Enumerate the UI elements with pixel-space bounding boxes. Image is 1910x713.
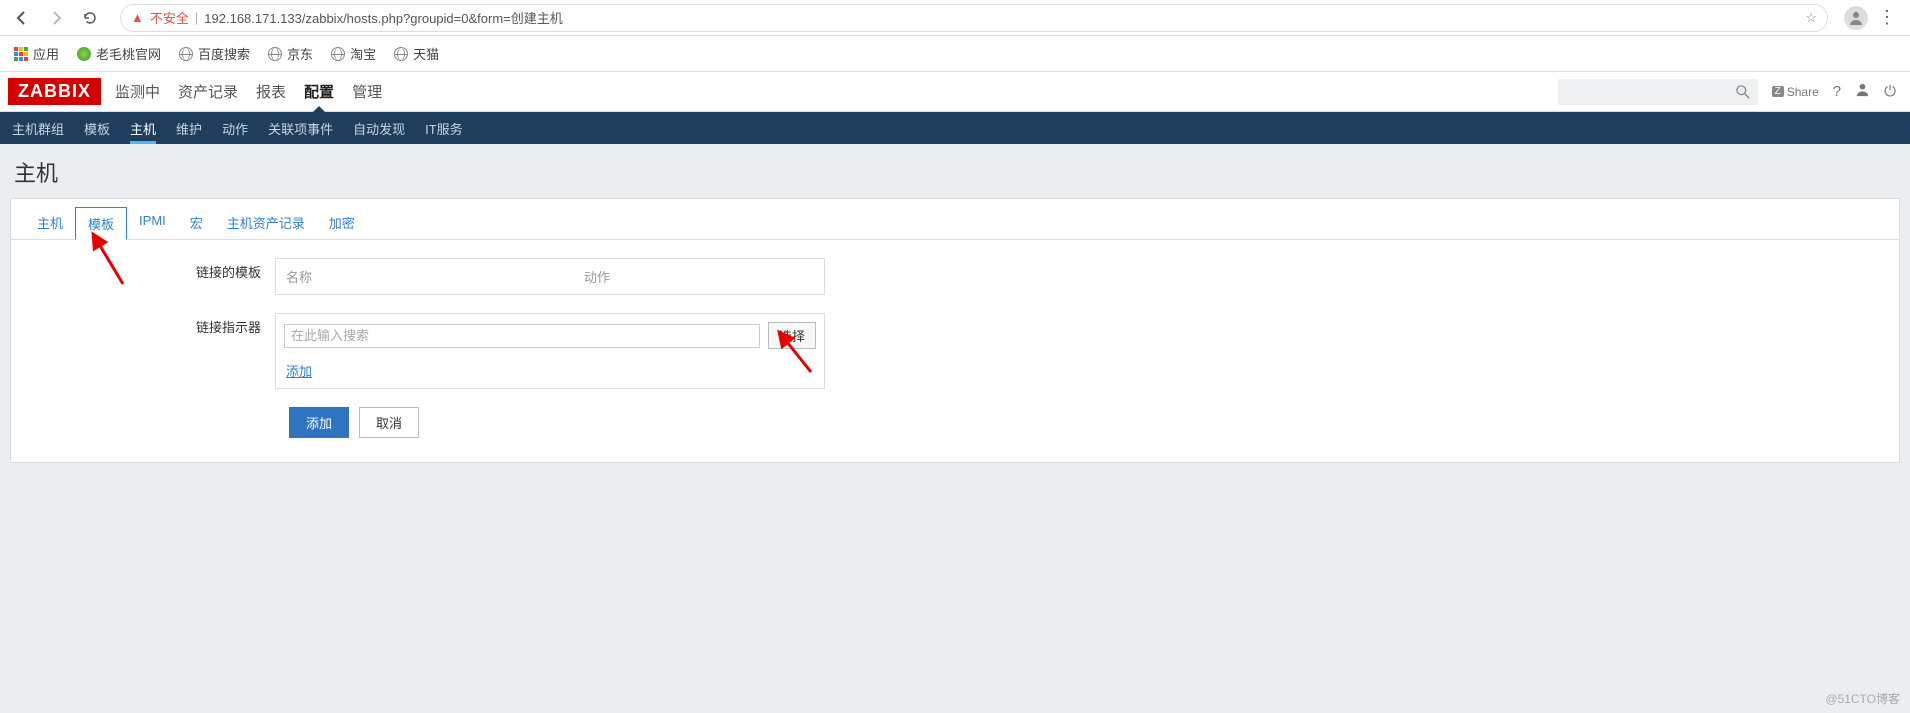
- share-badge-icon: Z: [1772, 86, 1784, 97]
- insecure-label: 不安全: [150, 8, 189, 27]
- tab-macros[interactable]: 宏: [178, 207, 215, 239]
- help-icon[interactable]: ?: [1833, 83, 1841, 100]
- sub-nav: 主机群组 模板 主机 维护 动作 关联项事件 自动发现 IT服务: [0, 112, 1910, 144]
- subnav-maintenance[interactable]: 维护: [176, 112, 202, 144]
- subnav-templates[interactable]: 模板: [84, 112, 110, 144]
- global-search[interactable]: [1558, 79, 1758, 105]
- label-linked-templates: 链接的模板: [25, 258, 275, 281]
- col-action: 动作: [574, 259, 824, 294]
- add-link[interactable]: 添加: [276, 357, 322, 388]
- bookmark-label: 天猫: [413, 44, 439, 63]
- nav-admin[interactable]: 管理: [352, 72, 382, 111]
- select-button[interactable]: 选择: [768, 322, 816, 349]
- globe-icon: [268, 47, 282, 61]
- subnav-hostgroups[interactable]: 主机群组: [12, 112, 64, 144]
- bookmarks-bar: 应用 老毛桃官网 百度搜索 京东 淘宝 天猫: [0, 36, 1910, 72]
- share-label: Share: [1787, 85, 1819, 99]
- col-name: 名称: [276, 259, 574, 294]
- tab-encryption[interactable]: 加密: [317, 207, 367, 239]
- main-nav: 监测中 资产记录 报表 配置 管理: [115, 72, 382, 111]
- label-link-new: 链接指示器: [25, 313, 275, 336]
- address-bar[interactable]: ▲ 不安全 | 192.168.171.133/zabbix/hosts.php…: [120, 4, 1828, 32]
- nav-config[interactable]: 配置: [304, 72, 334, 111]
- page-title: 主机: [0, 144, 1910, 198]
- row-link-new: 链接指示器 选择 添加: [25, 313, 1885, 389]
- linked-templates-header: 名称 动作: [276, 259, 824, 294]
- favicon-icon: [77, 47, 91, 61]
- url-separator: |: [195, 10, 198, 25]
- page-body: 主机 主机 模板 IPMI 宏 主机资产记录 加密 链接的模板 名称 动作 链接…: [0, 144, 1910, 713]
- subnav-services[interactable]: IT服务: [425, 112, 463, 144]
- tab-templates[interactable]: 模板: [75, 207, 127, 240]
- reload-button[interactable]: [76, 4, 104, 32]
- form-area: 链接的模板 名称 动作 链接指示器 选择 添加: [11, 240, 1899, 462]
- app-header: ZABBIX 监测中 资产记录 报表 配置 管理 Z Share ? ⏻: [0, 72, 1910, 112]
- browser-toolbar: ▲ 不安全 | 192.168.171.133/zabbix/hosts.php…: [0, 0, 1910, 36]
- user-icon[interactable]: [1855, 82, 1870, 101]
- tab-ipmi[interactable]: IPMI: [127, 207, 178, 239]
- template-selector: 选择: [276, 314, 824, 357]
- nav-reports[interactable]: 报表: [256, 72, 286, 111]
- bookmark-item-3[interactable]: 淘宝: [331, 44, 376, 63]
- nav-inventory[interactable]: 资产记录: [178, 72, 238, 111]
- profile-avatar[interactable]: [1844, 6, 1868, 30]
- zabbix-logo[interactable]: ZABBIX: [8, 78, 101, 105]
- subnav-correlation[interactable]: 关联项事件: [268, 112, 333, 144]
- browser-menu-icon[interactable]: ⋮: [1878, 7, 1896, 28]
- apps-icon: [14, 47, 28, 61]
- insecure-icon: ▲: [131, 10, 144, 25]
- back-button[interactable]: [8, 4, 36, 32]
- subnav-hosts[interactable]: 主机: [130, 112, 156, 144]
- share-button[interactable]: Z Share: [1772, 85, 1819, 99]
- form-actions: 添加 取消: [25, 407, 1885, 438]
- watermark: @51CTO博客: [1825, 690, 1900, 707]
- subnav-actions[interactable]: 动作: [222, 112, 248, 144]
- subnav-discovery[interactable]: 自动发现: [353, 112, 405, 144]
- bookmark-star-icon[interactable]: ☆: [1805, 10, 1817, 26]
- apps-button[interactable]: 应用: [14, 44, 59, 63]
- tab-inventory[interactable]: 主机资产记录: [215, 207, 317, 239]
- nav-monitoring[interactable]: 监测中: [115, 72, 160, 111]
- bookmark-item-0[interactable]: 老毛桃官网: [77, 44, 161, 63]
- globe-icon: [179, 47, 193, 61]
- submit-button[interactable]: 添加: [289, 407, 349, 438]
- bookmark-item-1[interactable]: 百度搜索: [179, 44, 250, 63]
- search-icon: [1736, 85, 1750, 99]
- power-icon[interactable]: ⏻: [1884, 83, 1896, 100]
- bookmark-item-4[interactable]: 天猫: [394, 44, 439, 63]
- apps-label: 应用: [33, 44, 59, 63]
- template-search-input[interactable]: [284, 324, 760, 348]
- url-text: 192.168.171.133/zabbix/hosts.php?groupid…: [204, 8, 562, 27]
- cancel-button[interactable]: 取消: [359, 407, 419, 438]
- bookmark-label: 京东: [287, 44, 313, 63]
- form-card: 主机 模板 IPMI 宏 主机资产记录 加密 链接的模板 名称 动作 链接指示器: [10, 198, 1900, 463]
- forward-button[interactable]: [42, 4, 70, 32]
- linked-templates-table: 名称 动作: [275, 258, 825, 295]
- bookmark-label: 老毛桃官网: [96, 44, 161, 63]
- globe-icon: [331, 47, 345, 61]
- bookmark-label: 淘宝: [350, 44, 376, 63]
- bookmark-item-2[interactable]: 京东: [268, 44, 313, 63]
- tab-host[interactable]: 主机: [25, 207, 75, 239]
- form-tabs: 主机 模板 IPMI 宏 主机资产记录 加密: [11, 199, 1899, 240]
- link-new-box: 选择 添加: [275, 313, 825, 389]
- row-linked-templates: 链接的模板 名称 动作: [25, 258, 1885, 295]
- globe-icon: [394, 47, 408, 61]
- bookmark-label: 百度搜索: [198, 44, 250, 63]
